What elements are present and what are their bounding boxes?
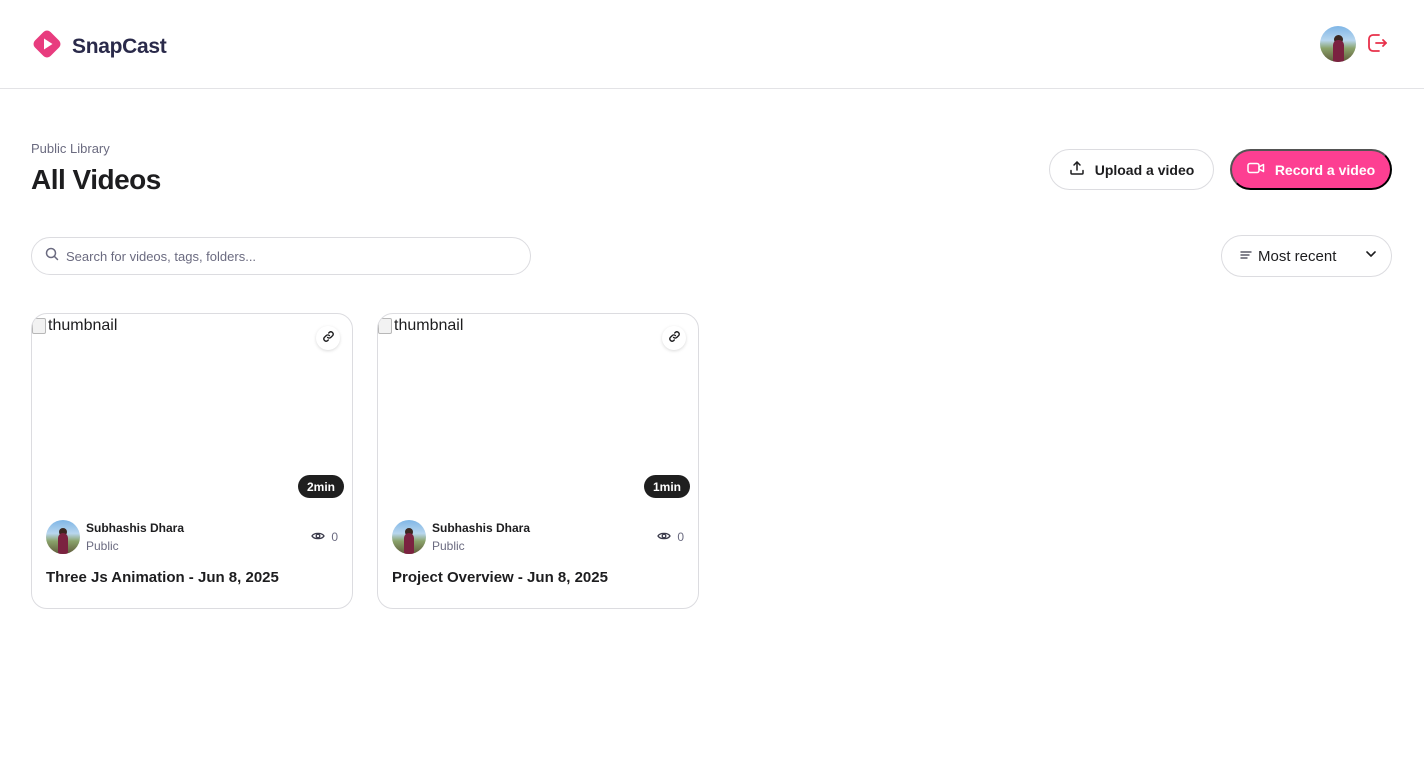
duration-badge: 1min	[643, 475, 690, 498]
top-navbar: SnapCast	[0, 0, 1424, 89]
author-avatar	[392, 520, 426, 554]
upload-video-button[interactable]: Upload a video	[1049, 149, 1214, 190]
author-avatar	[46, 520, 80, 554]
broken-image-icon	[378, 318, 392, 334]
thumbnail-alt-text: thumbnail	[32, 317, 117, 335]
record-video-label: Record a video	[1274, 161, 1376, 178]
duration-badge: 2min	[297, 475, 344, 498]
video-meta: Subhashis Dhara Public 0	[46, 520, 338, 554]
logo-link[interactable]: SnapCast	[30, 27, 167, 66]
search-bar	[31, 237, 531, 275]
video-meta: Subhashis Dhara Public 0	[392, 520, 684, 554]
copy-link-button[interactable]	[662, 326, 686, 350]
view-count: 0	[311, 530, 338, 544]
author-name: Subhashis Dhara	[432, 521, 531, 535]
search-input[interactable]	[66, 248, 506, 264]
user-avatar[interactable]	[1320, 26, 1356, 62]
upload-video-label: Upload a video	[1094, 161, 1195, 178]
video-title: Three Js Animation - Jun 8, 2025	[46, 569, 279, 586]
eye-icon	[657, 530, 672, 544]
sort-label: Most recent	[1258, 247, 1337, 265]
record-video-button[interactable]: Record a video	[1230, 149, 1392, 190]
broken-image-icon	[32, 318, 46, 334]
page-title: All Videos	[31, 164, 161, 195]
upload-icon	[1069, 160, 1085, 179]
filter-lines-icon	[1240, 247, 1252, 265]
sort-dropdown[interactable]: Most recent	[1221, 235, 1392, 277]
eye-icon	[311, 530, 326, 544]
video-camera-icon	[1247, 161, 1265, 178]
search-icon	[45, 247, 59, 266]
play-diamond-icon	[30, 27, 64, 66]
visibility-label: Public	[432, 539, 465, 553]
video-thumbnail[interactable]: thumbnail 1min	[378, 314, 698, 504]
logout-button[interactable]	[1362, 29, 1392, 59]
link-icon	[322, 330, 335, 346]
author-name: Subhashis Dhara	[86, 521, 185, 535]
logout-icon	[1365, 31, 1389, 58]
copy-link-button[interactable]	[316, 326, 340, 350]
logo-text: SnapCast	[72, 34, 167, 58]
view-count: 0	[657, 530, 684, 544]
header-actions	[1320, 26, 1392, 62]
page-subtitle: Public Library	[31, 141, 110, 156]
chevron-down-icon	[1364, 247, 1378, 266]
video-thumbnail[interactable]: thumbnail 2min	[32, 314, 352, 504]
video-card[interactable]: thumbnail 1min Subhashis Dhara Public 0	[377, 313, 699, 609]
video-title: Project Overview - Jun 8, 2025	[392, 569, 608, 586]
visibility-label: Public	[86, 539, 119, 553]
video-card[interactable]: thumbnail 2min Subhashis Dhara Public 0	[31, 313, 353, 609]
link-icon	[668, 330, 681, 346]
thumbnail-alt-text: thumbnail	[378, 317, 463, 335]
